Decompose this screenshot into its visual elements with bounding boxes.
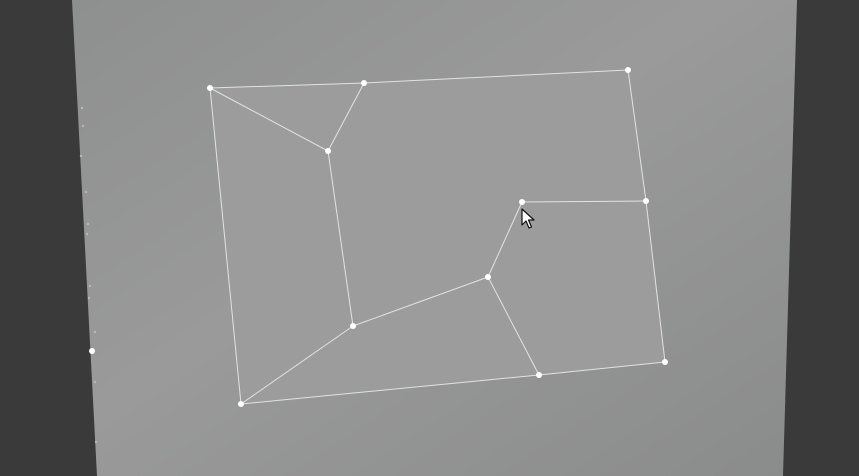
origin-vertex[interactable] <box>89 348 95 354</box>
mesh-vertex[interactable] <box>350 323 356 329</box>
mesh-face[interactable] <box>210 70 665 404</box>
mesh-vertex[interactable] <box>519 199 525 205</box>
scene-canvas[interactable] <box>0 0 859 476</box>
mesh-vertex[interactable] <box>207 85 213 91</box>
mesh-vertex[interactable] <box>361 80 367 86</box>
3d-viewport[interactable] <box>0 0 859 476</box>
mesh-vertex[interactable] <box>662 359 668 365</box>
mesh-vertex[interactable] <box>325 148 331 154</box>
mesh-vertex[interactable] <box>536 372 542 378</box>
mesh-vertex[interactable] <box>625 67 631 73</box>
mesh-vertex[interactable] <box>643 198 649 204</box>
mesh-vertex[interactable] <box>238 401 244 407</box>
mesh-object[interactable] <box>207 67 668 407</box>
mesh-vertex[interactable] <box>485 274 491 280</box>
arrow-pointer-icon <box>521 208 535 229</box>
